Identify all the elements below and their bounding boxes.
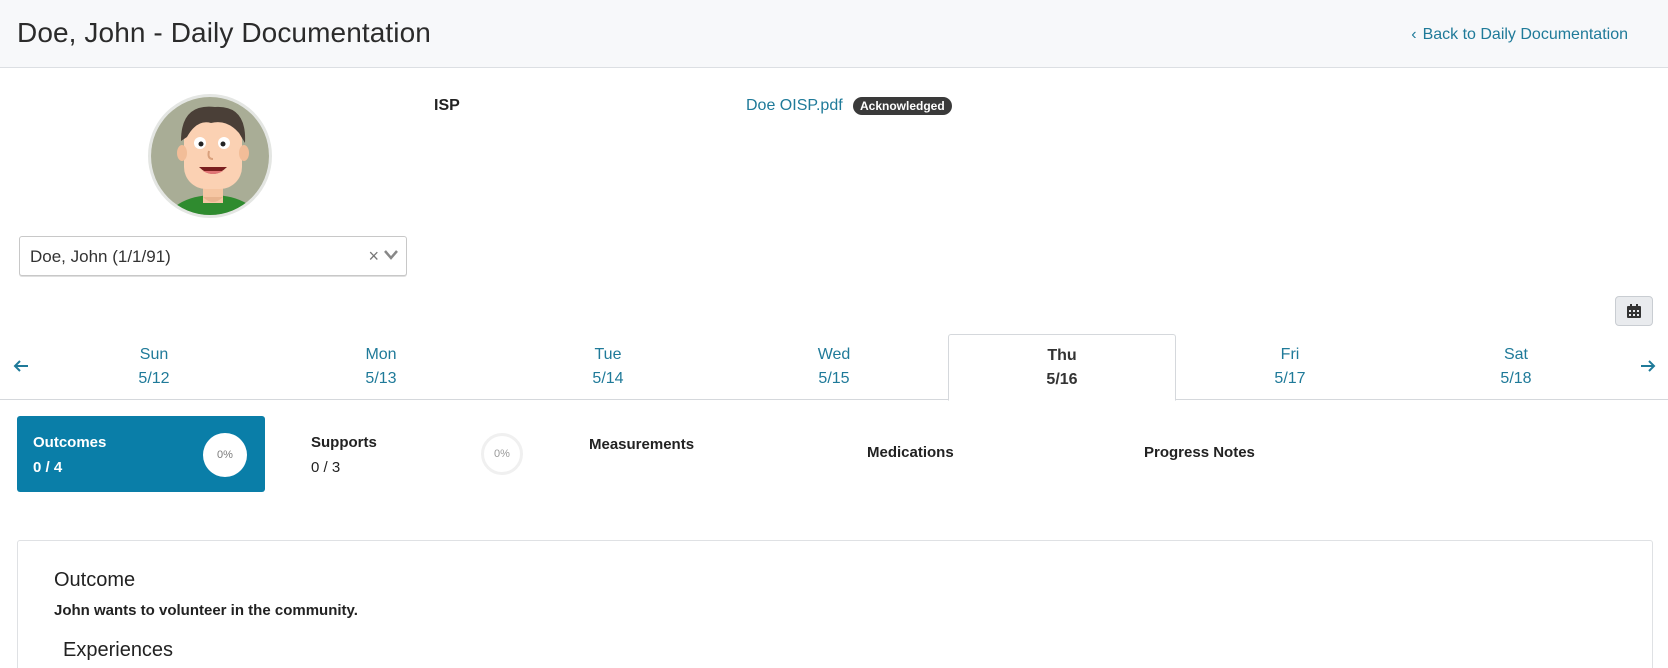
isp-label: ISP (434, 97, 460, 114)
day-tab-tue[interactable]: Tue 5/14 (494, 334, 722, 400)
outcome-panel: Outcome John wants to volunteer in the c… (17, 540, 1653, 668)
tab-measurements[interactable]: Measurements (573, 416, 833, 492)
day-date: 5/17 (1274, 370, 1306, 387)
day-name: Thu (1047, 347, 1077, 364)
calendar-button[interactable] (1615, 296, 1653, 326)
day-date: 5/13 (365, 370, 397, 387)
tab-medications-title: Medications (867, 444, 954, 461)
arrow-left-icon[interactable] (11, 356, 31, 376)
client-select[interactable]: Doe, John (1/1/91) × (19, 236, 407, 276)
tab-supports-title: Supports (311, 434, 377, 451)
chevron-left-icon: ‹ (1411, 26, 1417, 43)
tab-progress-notes[interactable]: Progress Notes (1128, 416, 1388, 492)
tab-supports-count: 0 / 3 (311, 459, 341, 476)
day-date: 5/12 (138, 370, 170, 387)
tab-medications[interactable]: Medications (851, 416, 1111, 492)
day-date: 5/18 (1500, 370, 1532, 387)
outcomes-progress-ring: 0% (203, 433, 247, 477)
back-to-daily-documentation-link[interactable]: ‹ Back to Daily Documentation (1411, 26, 1628, 44)
day-date: 5/14 (592, 370, 624, 387)
avatar-illustration (151, 97, 269, 215)
page-title: Doe, John - Daily Documentation (17, 17, 431, 48)
day-date: 5/16 (1046, 371, 1078, 388)
close-icon[interactable]: × (368, 246, 379, 267)
outcome-heading: Outcome (54, 569, 136, 591)
supports-progress-ring: 0% (481, 433, 523, 475)
day-tab-sat[interactable]: Sat 5/18 (1402, 334, 1630, 400)
day-name: Sun (139, 346, 169, 363)
outcome-description: John wants to volunteer in the community… (54, 602, 358, 619)
isp-file-link[interactable]: Doe OISP.pdf (746, 97, 843, 115)
tab-outcomes-count: 0 / 4 (33, 459, 63, 476)
client-select-value: Doe, John (1/1/91) (30, 247, 171, 266)
day-tab-wed[interactable]: Wed 5/15 (720, 334, 948, 400)
tab-supports[interactable]: Supports 0 / 3 0% (295, 416, 555, 492)
client-avatar (148, 94, 272, 218)
day-name: Wed (817, 346, 851, 363)
status-badge: Acknowledged (853, 97, 952, 115)
calendar-icon (1627, 304, 1641, 318)
day-tab-mon[interactable]: Mon 5/13 (267, 334, 495, 400)
tab-outcomes-title: Outcomes (33, 434, 107, 451)
experiences-heading: Experiences (63, 639, 174, 661)
page-header: Doe, John - Daily Documentation ‹ Back t… (0, 0, 1668, 68)
day-tab-sun[interactable]: Sun 5/12 (40, 334, 268, 400)
tab-progress-notes-title: Progress Notes (1144, 444, 1255, 461)
back-link-label: Back to Daily Documentation (1422, 26, 1628, 43)
day-name: Mon (365, 346, 397, 363)
day-name: Fri (1280, 346, 1300, 363)
day-tab-fri[interactable]: Fri 5/17 (1176, 334, 1404, 400)
chevron-down-icon[interactable] (383, 245, 399, 265)
arrow-right-icon[interactable] (1638, 356, 1658, 376)
tab-outcomes[interactable]: Outcomes 0 / 4 0% (17, 416, 265, 492)
tab-measurements-title: Measurements (589, 436, 695, 453)
day-date: 5/15 (818, 370, 850, 387)
day-name: Tue (594, 346, 622, 363)
day-name: Sat (1503, 346, 1528, 363)
day-tab-thu[interactable]: Thu 5/16 (948, 334, 1176, 401)
